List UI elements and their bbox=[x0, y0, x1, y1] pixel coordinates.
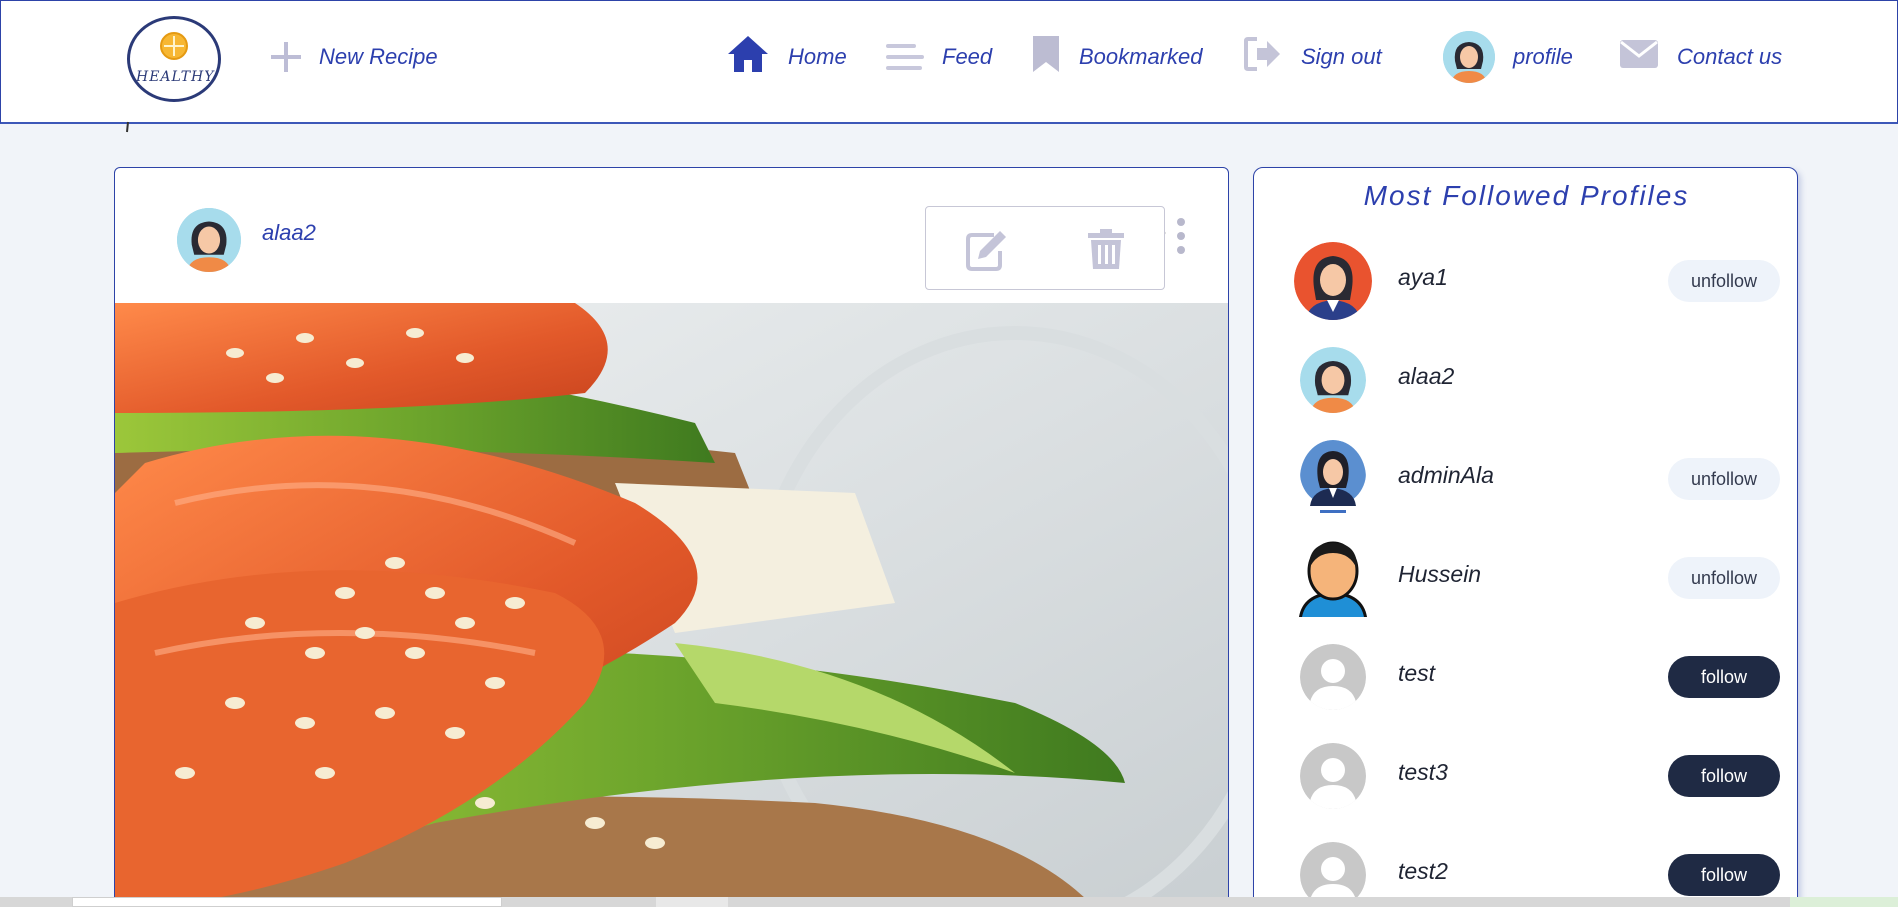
user-name[interactable]: aya1 bbox=[1398, 264, 1448, 291]
logo-text: HEALTHY bbox=[136, 69, 215, 85]
user-name[interactable]: alaa2 bbox=[1398, 363, 1454, 390]
bookmark-icon bbox=[1031, 34, 1061, 80]
sign-out-label: Sign out bbox=[1301, 44, 1382, 69]
bookmarked-label: Bookmarked bbox=[1079, 44, 1203, 69]
profile-row: test3 follow bbox=[1254, 733, 1799, 813]
unfollow-button[interactable]: unfollow bbox=[1668, 557, 1780, 599]
follow-button[interactable]: follow bbox=[1668, 755, 1780, 797]
profile-avatar-icon bbox=[1443, 31, 1495, 83]
user-name[interactable]: test bbox=[1398, 660, 1435, 687]
delete-post-button[interactable] bbox=[1084, 229, 1128, 271]
default-user-icon[interactable] bbox=[1300, 743, 1366, 809]
follow-button[interactable]: follow bbox=[1668, 656, 1780, 698]
new-recipe-link[interactable]: New Recipe bbox=[271, 35, 438, 79]
post-actions-menu bbox=[925, 206, 1165, 290]
recipe-post-card: alaa2 3 bbox=[114, 167, 1229, 907]
user-name[interactable]: test2 bbox=[1398, 858, 1448, 885]
home-icon bbox=[726, 34, 770, 80]
user-avatar[interactable] bbox=[1294, 242, 1372, 320]
scrollbar-thumb[interactable] bbox=[72, 897, 502, 907]
envelope-icon bbox=[1619, 38, 1659, 76]
user-avatar[interactable] bbox=[1294, 539, 1372, 617]
feed-label: Feed bbox=[942, 44, 993, 69]
profile-link[interactable]: profile bbox=[1443, 31, 1573, 83]
unfollow-button[interactable]: unfollow bbox=[1668, 458, 1780, 500]
kebab-icon[interactable] bbox=[1175, 218, 1187, 254]
user-name[interactable]: test3 bbox=[1398, 759, 1448, 786]
edit-icon bbox=[966, 231, 1006, 271]
panel-title: Most Followed Profiles bbox=[1363, 180, 1690, 211]
site-logo[interactable]: HEALTHY bbox=[127, 16, 221, 102]
sign-out-icon bbox=[1243, 35, 1283, 79]
profile-row: aya1 unfollow bbox=[1254, 238, 1799, 320]
follow-button[interactable]: follow bbox=[1668, 854, 1780, 896]
home-label: Home bbox=[788, 44, 847, 69]
contact-label: Contact us bbox=[1677, 44, 1783, 69]
feed-link[interactable]: Feed bbox=[886, 35, 992, 79]
scrollbar-segment bbox=[656, 897, 728, 907]
profile-label: profile bbox=[1513, 44, 1573, 69]
new-recipe-label: New Recipe bbox=[319, 44, 438, 69]
trash-icon bbox=[1088, 229, 1124, 269]
bookmarked-link[interactable]: Bookmarked bbox=[1031, 35, 1203, 79]
post-author-avatar[interactable] bbox=[177, 208, 241, 272]
user-avatar[interactable] bbox=[1300, 440, 1366, 516]
profile-row: adminAla unfollow bbox=[1254, 436, 1799, 516]
top-navbar: HEALTHY New Recipe Home Feed Bookmarked bbox=[0, 0, 1898, 124]
unfollow-button[interactable]: unfollow bbox=[1668, 260, 1780, 302]
user-name[interactable]: Hussein bbox=[1398, 561, 1481, 588]
user-avatar[interactable] bbox=[1300, 347, 1366, 413]
lemon-icon bbox=[160, 32, 188, 60]
plus-icon bbox=[271, 42, 301, 72]
most-followed-panel: Most Followed Profiles aya1 unfollow ala… bbox=[1253, 167, 1798, 907]
profile-row: test follow bbox=[1254, 634, 1799, 714]
profile-row: test2 follow bbox=[1254, 832, 1799, 907]
profile-row: alaa2 bbox=[1254, 337, 1799, 417]
profile-row: Hussein unfollow bbox=[1254, 535, 1799, 617]
recipe-photo bbox=[115, 303, 1228, 906]
edit-post-button[interactable] bbox=[964, 229, 1008, 271]
scrollbar-segment bbox=[1790, 897, 1898, 907]
menu-icon bbox=[886, 42, 924, 72]
user-name[interactable]: adminAla bbox=[1398, 462, 1494, 489]
sign-out-link[interactable]: Sign out bbox=[1243, 35, 1382, 79]
contact-link[interactable]: Contact us bbox=[1619, 35, 1782, 79]
horizontal-scrollbar[interactable] bbox=[0, 897, 1898, 907]
home-link[interactable]: Home bbox=[726, 35, 847, 79]
post-author-name[interactable]: alaa2 bbox=[262, 220, 316, 246]
stray-mark bbox=[126, 121, 129, 133]
default-user-icon[interactable] bbox=[1300, 644, 1366, 710]
